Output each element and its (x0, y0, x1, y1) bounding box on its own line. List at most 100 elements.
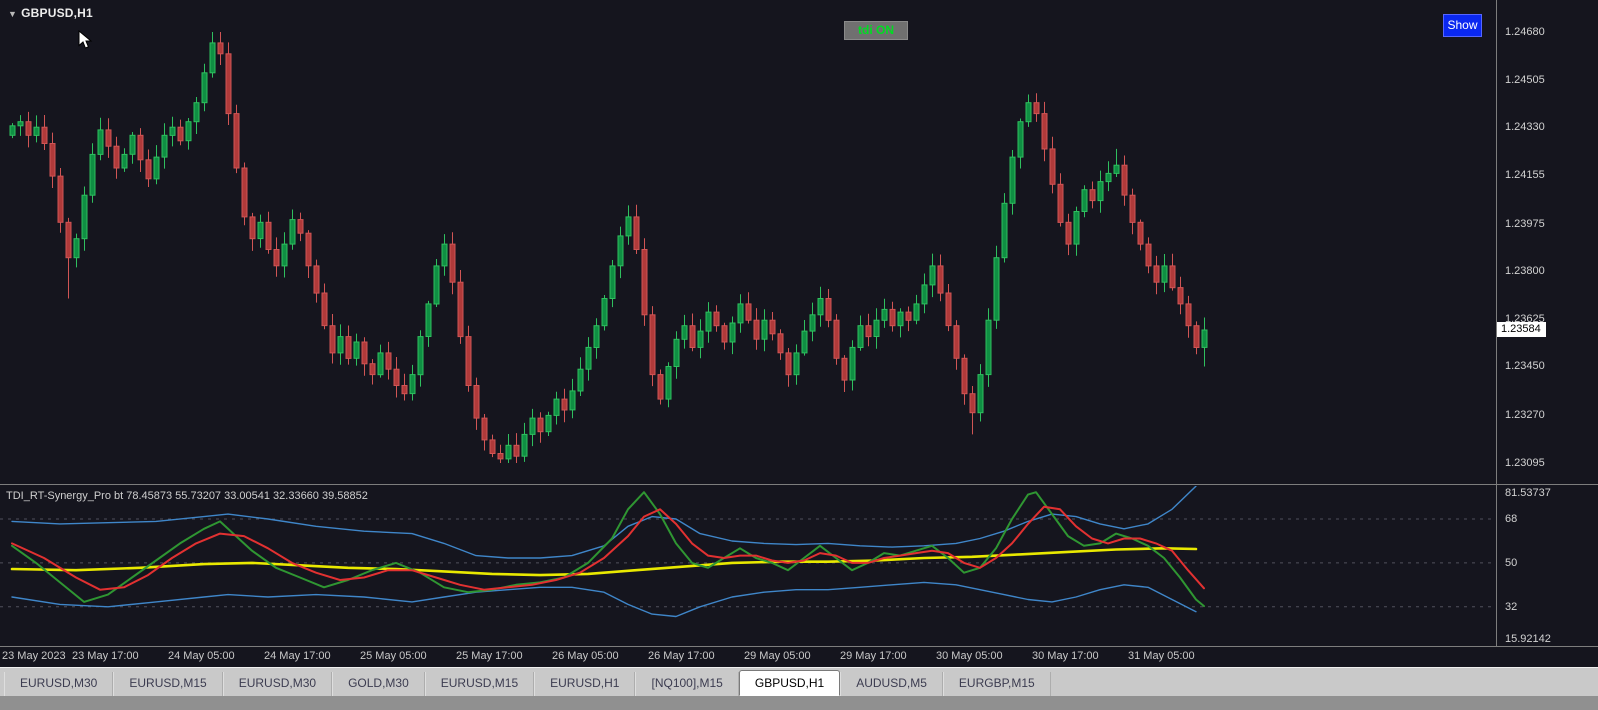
candle (137, 128, 144, 172)
time-axis-tick: 24 May 05:00 (168, 650, 235, 662)
dropdown-triangle-icon: ▼ (8, 9, 18, 19)
candle (321, 283, 328, 330)
candle (913, 294, 920, 325)
candle (1097, 170, 1104, 213)
candle (49, 132, 56, 188)
candle (217, 32, 224, 65)
candle (249, 212, 256, 251)
candle (705, 302, 712, 343)
candle (1153, 255, 1160, 295)
candle (641, 238, 648, 326)
symbol-label-text: GBPUSD,H1 (21, 6, 93, 20)
candle (401, 373, 408, 401)
candle (945, 284, 952, 332)
price-axis-tick: 1.23800 (1505, 265, 1545, 278)
candle (1201, 317, 1208, 367)
candle (729, 316, 736, 355)
candle (273, 237, 280, 277)
time-axis[interactable]: 23 May 2023 23 May 17:00 24 May 05:00 24 Ma… (0, 647, 1598, 667)
indicator-axis-tick: 50 (1505, 556, 1518, 569)
candle (1113, 148, 1120, 177)
candle (345, 325, 352, 365)
candle (73, 233, 80, 268)
candle (305, 230, 312, 278)
candle (233, 104, 240, 174)
candle (81, 186, 88, 251)
candle (745, 292, 752, 324)
chart-tab-eurusd-h1[interactable]: EURUSD,H1 (534, 672, 636, 696)
candle (361, 337, 368, 376)
indicator-panel-separator[interactable] (0, 484, 1598, 485)
indicator-axis-tick: 81.53737 (1505, 487, 1551, 499)
chart-tab-eurusd-m15[interactable]: EURUSD,M15 (424, 672, 535, 696)
candle (121, 148, 128, 172)
candle (1017, 118, 1024, 169)
candle (465, 325, 472, 392)
candle (1065, 213, 1072, 256)
candle (961, 354, 968, 405)
main-chart-panel[interactable]: ▼ GBPUSD,H1 tdi ON Show (0, 0, 1496, 484)
chart-tab-gold-m30[interactable]: GOLD,M30 (332, 672, 425, 696)
candle (145, 149, 152, 187)
candle (1145, 237, 1152, 274)
candle (297, 212, 304, 242)
candle (1081, 185, 1088, 218)
tdi-indicator-chart[interactable] (0, 486, 1496, 646)
chart-tab-eurusd-m30[interactable]: EURUSD,M30 (222, 672, 333, 696)
candle (761, 309, 768, 352)
tdi-series-market-base-line (10, 546, 1198, 577)
chart-tab-eurusd-m15[interactable]: EURUSD,M15 (113, 672, 223, 696)
candle (625, 205, 632, 245)
time-axis-tick: 26 May 17:00 (648, 650, 715, 662)
candle (97, 117, 104, 161)
time-axis-tick: 26 May 05:00 (552, 650, 619, 662)
price-axis[interactable]: 1.23584 1.24680 1.24505 1.24330 1.24155 1.23… (1497, 0, 1598, 484)
candle (673, 331, 680, 379)
candle (33, 115, 40, 143)
candle (993, 245, 1000, 329)
price-axis-tick: 1.24505 (1505, 73, 1545, 86)
tdi-toggle-button[interactable]: tdi ON (844, 21, 908, 40)
candle (65, 217, 72, 299)
candle (801, 320, 808, 356)
candle (1169, 253, 1176, 291)
candlestick-chart[interactable] (0, 0, 1496, 484)
chart-tab-nq100-m15[interactable]: [NQ100],M15 (635, 672, 739, 696)
candle (1057, 173, 1064, 227)
tdi-indicator-panel[interactable]: TDI_RT-Synergy_Pro bt 78.45873 55.73207 … (0, 486, 1496, 646)
candle (737, 294, 744, 333)
chart-tab-gbpusd-h1[interactable]: GBPUSD,H1 (738, 670, 841, 696)
price-axis-tick: 1.24155 (1505, 168, 1545, 181)
candle (1025, 94, 1032, 127)
time-axis-tick: 25 May 17:00 (456, 650, 523, 662)
candle (489, 434, 496, 458)
candle (617, 226, 624, 279)
candle (393, 357, 400, 398)
indicator-axis[interactable]: 81.53737 68 50 32 15.92142 (1497, 486, 1598, 646)
candle (609, 260, 616, 308)
chart-tab-audusd-m5[interactable]: AUDUSD,M5 (840, 672, 943, 696)
candle (481, 414, 488, 451)
candle (1121, 155, 1128, 206)
candle (833, 314, 840, 365)
mt4-window: ▼ GBPUSD,H1 tdi ON Show 1.23584 1.24680 1.… (0, 0, 1598, 710)
time-axis-tick: 24 May 17:00 (264, 650, 331, 662)
candle (905, 306, 912, 332)
candle (985, 308, 992, 387)
indicator-axis-tick: 32 (1505, 600, 1518, 613)
chart-tab-eurgbp-m15[interactable]: EURGBP,M15 (942, 672, 1051, 696)
candle (313, 259, 320, 303)
candle (1041, 101, 1048, 162)
candle (889, 301, 896, 332)
candle (873, 308, 880, 349)
show-button[interactable]: Show (1443, 14, 1482, 37)
candle (449, 232, 456, 295)
time-axis-tick: 23 May 2023 (2, 650, 66, 662)
chart-tab-eurusd-m30[interactable]: EURUSD,M30 (4, 672, 114, 696)
symbol-timeframe-label[interactable]: ▼ GBPUSD,H1 (8, 6, 93, 20)
candle (1161, 254, 1168, 293)
candle (129, 132, 136, 164)
price-axis-tick: 1.23975 (1505, 217, 1545, 230)
candle (1137, 219, 1144, 251)
time-axis-tick: 30 May 17:00 (1032, 650, 1099, 662)
